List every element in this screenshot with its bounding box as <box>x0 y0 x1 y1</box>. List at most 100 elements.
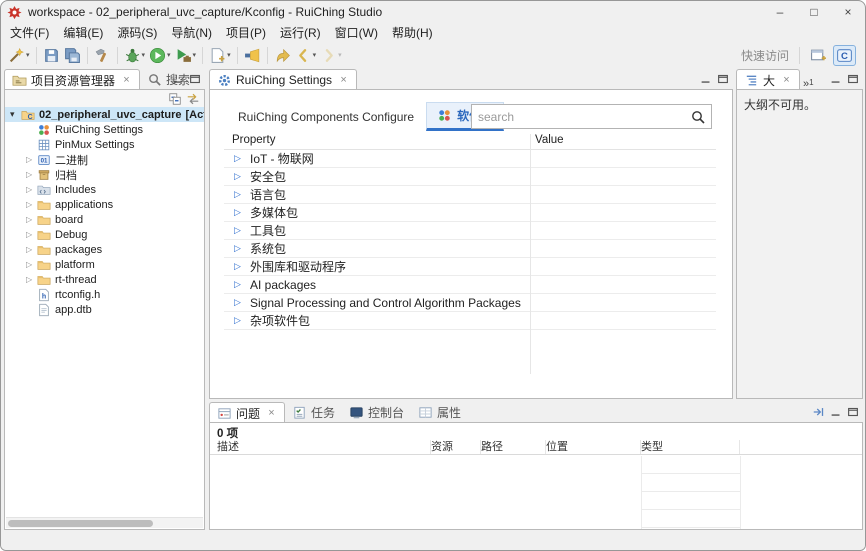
expand-arrow-icon[interactable]: ▷ <box>234 315 246 326</box>
tab-project-explorer[interactable]: 项目资源管理器 × <box>4 69 141 90</box>
save-all-button[interactable] <box>62 44 83 66</box>
tree-item[interactable]: PinMux Settings <box>5 137 204 152</box>
tree-item[interactable]: app.dtb <box>5 302 204 317</box>
dropdown-caret-icon[interactable]: ▾ <box>142 51 146 59</box>
run-button[interactable]: ▾ <box>147 44 173 66</box>
menu-item-6[interactable]: 窗口(W) <box>328 22 385 43</box>
expand-arrow-icon[interactable]: ▷ <box>234 153 246 164</box>
tree-item[interactable]: h rtconfig.h <box>5 287 204 302</box>
property-row[interactable]: ▷ 安全包 <box>224 168 716 186</box>
tree-item[interactable]: ▷ board <box>5 212 204 227</box>
save-button[interactable] <box>41 44 62 66</box>
scrollbar-thumb[interactable] <box>8 520 153 527</box>
tree-item[interactable]: ▷ packages <box>5 242 204 257</box>
minimize-view-icon[interactable] <box>829 405 843 419</box>
close-icon[interactable]: × <box>338 74 349 86</box>
twistie-icon[interactable]: ▷ <box>26 200 37 209</box>
expand-arrow-icon[interactable]: ▷ <box>234 189 246 200</box>
expand-arrow-icon[interactable]: ▷ <box>234 279 246 290</box>
value-column-header[interactable]: Value <box>535 134 564 146</box>
dropdown-caret-icon[interactable]: ▾ <box>193 51 197 59</box>
tab-console[interactable]: 控制台 <box>342 402 411 423</box>
menu-item-4[interactable]: 项目(P) <box>219 22 273 43</box>
tree-item[interactable]: ▷ 归档 <box>5 167 204 182</box>
expand-arrow-icon[interactable]: ▷ <box>234 297 246 308</box>
dropdown-caret-icon[interactable]: ▾ <box>26 51 30 59</box>
tab-ruiching-settings-editor[interactable]: RuiChing Settings × <box>209 69 358 90</box>
property-row[interactable]: ▷ IoT - 物联网 <box>224 150 716 168</box>
close-icon[interactable]: × <box>121 74 132 86</box>
open-perspective-icon[interactable] <box>810 47 827 64</box>
horizontal-scrollbar[interactable] <box>6 517 203 528</box>
last-edit-button[interactable] <box>272 44 293 66</box>
link-with-editor-icon[interactable] <box>186 92 200 106</box>
dropdown-caret-icon[interactable]: ▾ <box>227 51 231 59</box>
maximize-view-icon[interactable] <box>188 72 202 86</box>
tree-item[interactable]: ▷ Includes <box>5 182 204 197</box>
column-header[interactable]: 描述 <box>217 440 431 454</box>
close-window-button[interactable]: × <box>831 1 865 23</box>
build-button[interactable] <box>92 44 113 66</box>
twistie-icon[interactable]: ▷ <box>26 230 37 239</box>
twistie-icon[interactable]: ▷ <box>26 275 37 284</box>
twistie-icon[interactable]: ▷ <box>26 170 37 179</box>
back-button[interactable]: ▾ <box>293 44 319 66</box>
dropdown-caret-icon[interactable]: ▾ <box>338 51 342 59</box>
tab-overflow-chevron[interactable]: » 1 <box>800 75 817 90</box>
column-header[interactable]: 类型 <box>641 440 740 454</box>
minimize-view-icon[interactable] <box>699 72 713 86</box>
quick-access-link[interactable]: 快速访问 <box>741 47 789 64</box>
tree-item[interactable]: ▷ 01 二进制 <box>5 152 204 167</box>
expand-arrow-icon[interactable]: ▷ <box>234 261 246 272</box>
package-search-input[interactable] <box>472 109 690 124</box>
property-row[interactable]: ▷ Signal Processing and Control Algorithm… <box>224 294 716 312</box>
magnifier-icon[interactable] <box>690 109 706 125</box>
close-icon[interactable]: × <box>781 74 792 86</box>
dropdown-caret-icon[interactable]: ▾ <box>313 51 317 59</box>
property-row[interactable]: ▷ 语言包 <box>224 186 716 204</box>
tab-outline[interactable]: 大 × <box>736 69 801 90</box>
maximize-window-button[interactable]: □ <box>797 1 831 23</box>
forward-button[interactable]: ▾ <box>318 44 344 66</box>
package-search-box[interactable] <box>471 104 712 129</box>
maximize-view-icon[interactable] <box>716 72 730 86</box>
minimize-view-icon[interactable] <box>171 72 185 86</box>
property-row[interactable]: ▷ AI packages <box>224 276 716 294</box>
property-row[interactable]: ▷ 工具包 <box>224 222 716 240</box>
property-column-header[interactable]: Property <box>232 134 275 146</box>
dropdown-caret-icon[interactable]: ▾ <box>167 51 171 59</box>
twistie-icon[interactable]: ▷ <box>26 215 37 224</box>
property-row[interactable]: ▷ 多媒体包 <box>224 204 716 222</box>
maximize-view-icon[interactable] <box>846 405 860 419</box>
search-button[interactable] <box>242 44 263 66</box>
minimize-window-button[interactable]: – <box>763 1 797 23</box>
tree-item[interactable]: ▾ C 02_peripheral_uvc_capture[Active <box>5 107 204 122</box>
tab-problems[interactable]: 问题 × <box>209 402 286 423</box>
column-header[interactable]: 路径 <box>481 440 546 454</box>
external-tools-button[interactable]: ▾ <box>173 44 199 66</box>
twistie-icon[interactable]: ▷ <box>26 245 37 254</box>
twistie-icon[interactable]: ▾ <box>10 109 21 120</box>
tree-item[interactable]: ▷ applications <box>5 197 204 212</box>
menu-item-3[interactable]: 导航(N) <box>164 22 219 43</box>
tab-properties[interactable]: 属性 <box>411 402 468 423</box>
tree-item[interactable]: RuiChing Settings <box>5 122 204 137</box>
tree-item[interactable]: ▷ rt-thread <box>5 272 204 287</box>
menu-item-2[interactable]: 源码(S) <box>110 22 164 43</box>
minimize-view-icon[interactable] <box>829 72 843 86</box>
tab-tasks[interactable]: 任务 <box>285 402 342 423</box>
twistie-icon[interactable]: ▷ <box>26 260 37 269</box>
pin-view-icon[interactable] <box>812 405 826 419</box>
menu-item-0[interactable]: 文件(F) <box>3 22 56 43</box>
twistie-icon[interactable]: ▷ <box>26 155 37 164</box>
expand-arrow-icon[interactable]: ▷ <box>234 207 246 218</box>
twistie-icon[interactable]: ▷ <box>26 185 37 194</box>
close-icon[interactable]: × <box>266 407 277 419</box>
collapse-all-icon[interactable] <box>168 92 182 106</box>
column-header[interactable]: 位置 <box>546 440 641 454</box>
property-row[interactable]: ▷ 外围库和驱动程序 <box>224 258 716 276</box>
expand-arrow-icon[interactable]: ▷ <box>234 225 246 236</box>
menu-item-5[interactable]: 运行(R) <box>273 22 328 43</box>
c-perspective-button[interactable]: C <box>833 44 856 66</box>
property-row[interactable]: ▷ 杂项软件包 <box>224 312 716 330</box>
